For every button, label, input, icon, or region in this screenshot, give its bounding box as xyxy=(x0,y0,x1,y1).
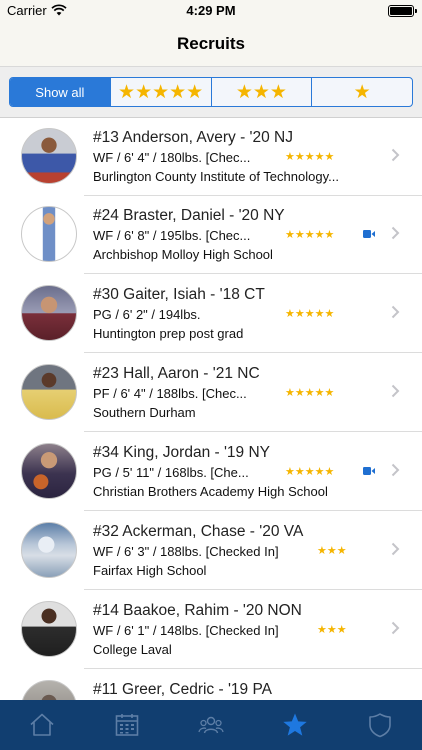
calendar-icon xyxy=(115,714,138,736)
rating-stars: ★★★★★ xyxy=(285,466,335,478)
recruit-name: #11 Greer, Cedric - '19 PA xyxy=(93,681,272,698)
filter-three-stars[interactable]: ★★★ xyxy=(210,78,312,106)
recruit-school: Fairfax High School xyxy=(93,563,207,578)
recruit-row[interactable]: #32 Ackerman, Chase - '20 VA WF / 6' 3" … xyxy=(0,512,422,590)
rating-stars: ★★★ xyxy=(317,545,347,557)
recruit-avatar xyxy=(21,128,77,184)
status-bar: Carrier 4:29 PM xyxy=(0,0,422,22)
recruit-row[interactable]: #24 Braster, Daniel - '20 NY WF / 6' 8" … xyxy=(0,196,422,274)
rating-stars: ★★★★★ xyxy=(285,387,335,399)
clock-time: 4:29 PM xyxy=(186,3,236,18)
recruit-list[interactable]: #13 Anderson, Avery - '20 NJ WF / 6' 4" … xyxy=(0,118,422,700)
recruit-name: #14 Baakoe, Rahim - '20 NON xyxy=(93,602,302,619)
recruit-school: Burlington County Institute of Technolog… xyxy=(93,169,339,184)
recruit-details: WF / 6' 4" / 180lbs. [Chec... xyxy=(93,150,251,165)
tab-recruits[interactable] xyxy=(253,700,337,750)
recruit-row[interactable]: #30 Gaiter, Isiah - '18 CT PG / 6' 2" / … xyxy=(0,275,422,353)
recruit-details: PF / 6' 4" / 188lbs. [Chec... xyxy=(93,386,247,401)
rating-stars: ★★★★★ xyxy=(285,151,335,163)
recruit-name: #34 King, Jordan - '19 NY xyxy=(93,444,271,461)
recruit-avatar xyxy=(21,206,77,262)
recruit-details: WF / 6' 8" / 195lbs. [Chec... xyxy=(93,228,251,243)
recruit-name: #24 Braster, Daniel - '20 NY xyxy=(93,207,285,224)
battery-icon xyxy=(388,5,417,17)
rating-segmented-control: Show all ★★★★★ ★★★ ★ xyxy=(9,77,413,107)
rating-stars: ★★★★★ xyxy=(285,229,335,241)
chevron-right-icon xyxy=(391,305,400,319)
rating-stars: ★★★★★ xyxy=(285,308,335,320)
recruit-row[interactable]: #34 King, Jordan - '19 NY PG / 5' 11" / … xyxy=(0,433,422,511)
recruit-avatar xyxy=(21,364,77,420)
filter-one-star[interactable]: ★ xyxy=(311,78,412,106)
star-icon xyxy=(283,713,308,736)
page-title: Recruits xyxy=(176,34,246,53)
recruit-row[interactable]: #14 Baakoe, Rahim - '20 NON WF / 6' 1" /… xyxy=(0,591,422,669)
recruit-row[interactable]: #11 Greer, Cedric - '19 PA xyxy=(0,670,422,700)
filter-show-all[interactable]: Show all xyxy=(10,78,110,106)
recruit-details: WF / 6' 3" / 188lbs. [Checked In] xyxy=(93,544,279,559)
recruit-row[interactable]: #13 Anderson, Avery - '20 NJ WF / 6' 4" … xyxy=(0,118,422,196)
chevron-right-icon xyxy=(391,384,400,398)
recruit-row[interactable]: #23 Hall, Aaron - '21 NC PF / 6' 4" / 18… xyxy=(0,354,422,432)
rating-filter-bar: Show all ★★★★★ ★★★ ★ xyxy=(0,66,422,118)
shield-icon xyxy=(369,713,391,738)
rating-stars: ★★★ xyxy=(317,624,347,636)
tab-home[interactable] xyxy=(0,700,84,750)
row-divider xyxy=(84,352,422,353)
recruit-avatar xyxy=(21,443,77,499)
recruit-name: #30 Gaiter, Isiah - '18 CT xyxy=(93,286,265,303)
people-icon xyxy=(198,716,224,734)
home-icon xyxy=(30,713,54,736)
tab-shield[interactable] xyxy=(338,700,422,750)
navigation-bar: Recruits xyxy=(0,22,422,66)
recruit-school: Christian Brothers Academy High School xyxy=(93,484,328,499)
tab-bar xyxy=(0,700,422,750)
video-camera-icon[interactable] xyxy=(363,467,375,475)
row-divider xyxy=(84,510,422,511)
tab-calendar[interactable] xyxy=(84,700,168,750)
recruit-school: College Laval xyxy=(93,642,172,657)
recruit-school: Archbishop Molloy High School xyxy=(93,247,273,262)
row-divider xyxy=(84,273,422,274)
tab-people[interactable] xyxy=(169,700,253,750)
chevron-right-icon xyxy=(391,542,400,556)
video-camera-icon[interactable] xyxy=(363,230,375,238)
chevron-right-icon xyxy=(391,226,400,240)
chevron-right-icon xyxy=(391,463,400,477)
recruit-avatar xyxy=(21,680,77,700)
row-divider xyxy=(84,431,422,432)
recruit-avatar xyxy=(21,601,77,657)
recruit-avatar xyxy=(21,522,77,578)
recruit-school: Southern Durham xyxy=(93,405,196,420)
filter-five-stars[interactable]: ★★★★★ xyxy=(109,78,211,106)
chevron-right-icon xyxy=(391,621,400,635)
recruit-details: PG / 6' 2" / 194lbs. xyxy=(93,307,201,322)
row-divider xyxy=(84,589,422,590)
row-divider xyxy=(84,668,422,669)
recruit-details: PG / 5' 11" / 168lbs. [Che... xyxy=(93,465,249,480)
recruit-name: #32 Ackerman, Chase - '20 VA xyxy=(93,523,304,540)
recruit-avatar xyxy=(21,285,77,341)
recruit-details: WF / 6' 1" / 148lbs. [Checked In] xyxy=(93,623,279,638)
recruit-name: #13 Anderson, Avery - '20 NJ xyxy=(93,129,293,146)
recruit-name: #23 Hall, Aaron - '21 NC xyxy=(93,365,260,382)
recruit-school: Huntington prep post grad xyxy=(93,326,244,341)
chevron-right-icon xyxy=(391,148,400,162)
